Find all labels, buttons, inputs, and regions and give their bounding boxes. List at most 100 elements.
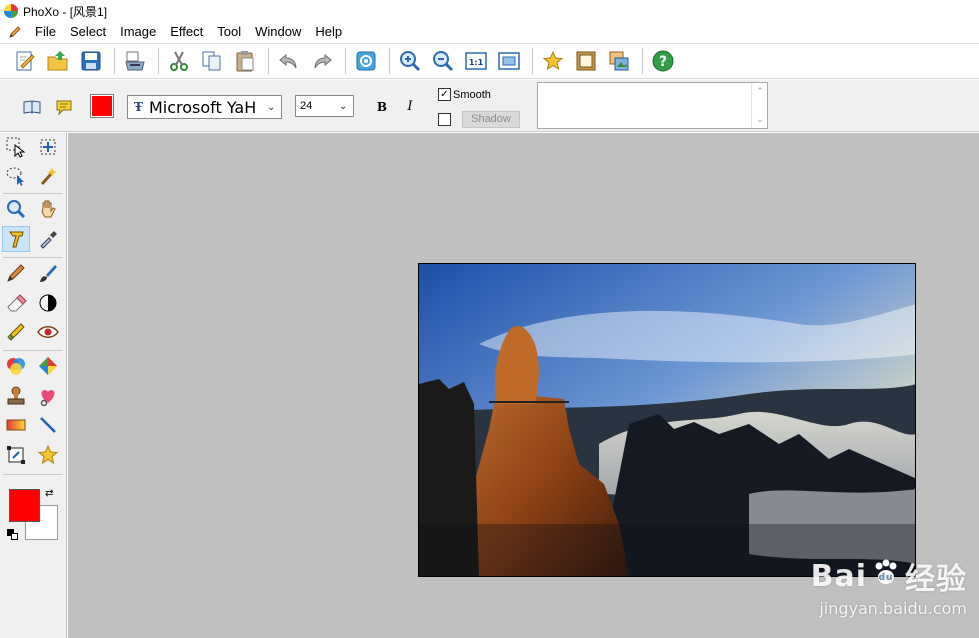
new-icon[interactable]: [10, 46, 40, 76]
menu-window[interactable]: Window: [248, 22, 308, 42]
svg-text:du: du: [879, 573, 894, 583]
toolbar-separator: [114, 48, 115, 74]
heart-scissors-tool-icon[interactable]: [34, 383, 62, 409]
toolbar-separator: [532, 48, 533, 74]
text-tool-icon[interactable]: [2, 226, 30, 252]
smooth-label: Smooth: [453, 88, 491, 101]
clone-stamp-tool-icon[interactable]: [2, 319, 30, 345]
toolbar-separator: [158, 48, 159, 74]
book-icon[interactable]: [22, 97, 42, 117]
menu-effect[interactable]: Effect: [163, 22, 210, 42]
transform-tool-icon[interactable]: [2, 442, 30, 468]
phoxo-app-icon: [4, 4, 18, 18]
scroll-down-icon[interactable]: ⌄: [752, 114, 768, 125]
font-family-value: Microsoft YaH: [148, 97, 257, 117]
chevron-down-icon: ⌄: [267, 101, 276, 113]
contrast-tool-icon[interactable]: [34, 290, 62, 316]
toolbar-separator: [642, 48, 643, 74]
font-family-select[interactable]: Ŧ Microsoft YaH ⌄: [127, 95, 282, 119]
paste-icon[interactable]: [230, 46, 260, 76]
eyedropper-tool-icon[interactable]: [34, 226, 62, 252]
menu-tool[interactable]: Tool: [210, 22, 248, 42]
copy-icon[interactable]: [197, 46, 227, 76]
menu-select[interactable]: Select: [63, 22, 113, 42]
fit-window-icon[interactable]: [494, 46, 524, 76]
tool-palette: ⇄: [0, 133, 67, 638]
palette-separator: [3, 474, 63, 475]
title-bar: PhoXo - [风景1]: [0, 0, 979, 22]
speech-bubble-icon[interactable]: [54, 97, 74, 117]
shadow-option: Shadow: [438, 111, 520, 128]
toolbar-separator: [389, 48, 390, 74]
truetype-icon: Ŧ: [134, 100, 143, 114]
select-tool-icon[interactable]: [2, 134, 30, 160]
line-tool-icon[interactable]: [34, 412, 62, 438]
text-tool-options-bar: Ŧ Microsoft YaH ⌄ 24 ⌄ B I ✓ Smooth Shad…: [0, 80, 979, 132]
scan-icon[interactable]: [120, 46, 150, 76]
magic-wand-tool-icon[interactable]: [34, 163, 62, 189]
frame-icon[interactable]: [571, 46, 601, 76]
paw-icon: du: [871, 557, 901, 595]
move-selection-tool-icon[interactable]: [34, 134, 62, 160]
palette-separator: [3, 257, 63, 258]
undo-icon[interactable]: [274, 46, 304, 76]
bold-button[interactable]: B: [373, 97, 391, 117]
star-shape-tool-icon[interactable]: [34, 442, 62, 468]
watermark-url: jingyan.baidu.com: [819, 599, 967, 618]
save-icon[interactable]: [76, 46, 106, 76]
actual-size-icon[interactable]: 1:1: [461, 46, 491, 76]
red-eye-tool-icon[interactable]: [34, 319, 62, 345]
swap-colors-icon[interactable]: ⇄: [45, 488, 53, 499]
text-color-swatch[interactable]: [90, 94, 114, 118]
shadow-checkbox[interactable]: [438, 113, 451, 126]
font-size-value: 24: [300, 100, 313, 112]
lasso-tool-icon[interactable]: [2, 163, 30, 189]
zoom-tool-icon[interactable]: [2, 196, 30, 222]
refresh-icon[interactable]: [351, 46, 381, 76]
open-icon[interactable]: [43, 46, 73, 76]
svg-text:1:1: 1:1: [469, 58, 484, 67]
baidu-logo: Bai du 经验: [811, 554, 967, 598]
palette-separator: [3, 193, 63, 194]
zoom-out-icon[interactable]: [428, 46, 458, 76]
redo-icon[interactable]: [307, 46, 337, 76]
chevron-down-icon: ⌄: [339, 100, 348, 112]
default-colors-icon[interactable]: [7, 529, 19, 541]
zoom-in-icon[interactable]: [395, 46, 425, 76]
hand-tool-icon[interactable]: [34, 196, 62, 222]
watermark-brand-text: 经验: [905, 562, 967, 597]
shadow-button[interactable]: Shadow: [462, 111, 520, 128]
smooth-checkbox[interactable]: ✓: [438, 88, 451, 101]
menu-help[interactable]: Help: [308, 22, 349, 42]
layers-icon[interactable]: [604, 46, 634, 76]
italic-button[interactable]: I: [401, 97, 419, 117]
gradient-tool-icon[interactable]: [2, 412, 30, 438]
font-size-select[interactable]: 24 ⌄: [295, 95, 354, 117]
stamp-tool-icon[interactable]: [2, 383, 30, 409]
svg-text:?: ?: [659, 54, 667, 70]
toolbar-separator: [345, 48, 346, 74]
menu-bar: File Select Image Effect Tool Window Hel…: [0, 22, 979, 42]
menu-file[interactable]: File: [28, 22, 63, 42]
menu-image[interactable]: Image: [113, 22, 163, 42]
favorite-icon[interactable]: [538, 46, 568, 76]
eraser-tool-icon[interactable]: [2, 290, 30, 316]
pencil-tool-icon[interactable]: [2, 260, 30, 286]
palette-separator: [3, 350, 63, 351]
smooth-option: ✓ Smooth: [438, 88, 491, 101]
mountain-landscape-photo[interactable]: [418, 263, 916, 577]
text-input-area[interactable]: ⌃ ⌄: [537, 82, 768, 129]
foreground-color-swatch[interactable]: [9, 489, 40, 522]
main-toolbar: 1:1 ?: [0, 43, 979, 79]
window-title: PhoXo - [风景1]: [23, 4, 108, 19]
scroll-up-icon[interactable]: ⌃: [752, 86, 768, 97]
pen-icon: [6, 23, 24, 41]
help-icon[interactable]: ?: [648, 46, 678, 76]
text-area-scrollbar[interactable]: ⌃ ⌄: [751, 83, 767, 128]
toolbar-separator: [268, 48, 269, 74]
color-replace-tool-icon[interactable]: [34, 353, 62, 379]
brush-tool-icon[interactable]: [34, 260, 62, 286]
baidu-jingyan-watermark: Bai du 经验 jingyan.baidu.com: [811, 554, 967, 619]
cut-icon[interactable]: [164, 46, 194, 76]
color-balloon-tool-icon[interactable]: [2, 353, 30, 379]
